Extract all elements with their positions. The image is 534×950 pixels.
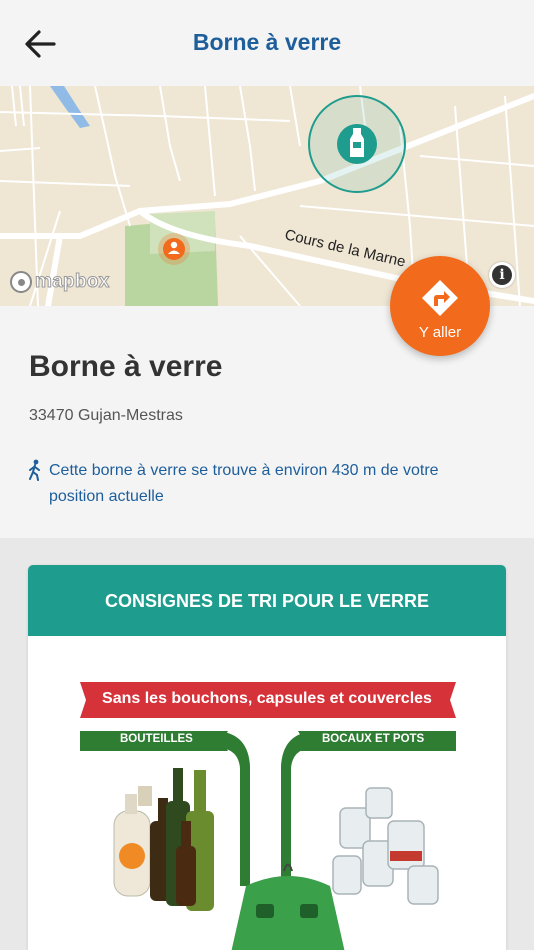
top-bar: Borne à verre (0, 0, 534, 86)
sorting-illustration (80, 682, 456, 950)
sorting-card: CONSIGNES DE TRI POUR LE VERRE Sans les … (28, 565, 506, 950)
go-button[interactable]: Y aller (390, 256, 490, 356)
location-name: Borne à verre (29, 350, 223, 383)
map-info-button[interactable]: i (489, 262, 515, 288)
bottles-illustration (113, 768, 214, 911)
banner-text: Sans les bouchons, capsules et couvercle… (102, 690, 432, 707)
mapbox-wordmark: mapbox (35, 271, 110, 293)
turn-right-arrow-icon (422, 280, 458, 316)
go-button-label: Y aller (418, 324, 462, 341)
mapbox-icon (10, 271, 32, 293)
distance-info: Cette borne à verre se trouve à environ … (27, 458, 467, 510)
sorting-section: CONSIGNES DE TRI POUR LE VERRE Sans les … (0, 538, 534, 950)
distance-text: Cette borne à verre se trouve à environ … (49, 462, 439, 505)
jars-label: BOCAUX ET POTS (322, 733, 425, 745)
jars-illustration (332, 787, 439, 905)
info-icon: i (492, 265, 512, 285)
page-title: Borne à verre (192, 29, 342, 55)
card-title: CONSIGNES DE TRI POUR LE VERRE (28, 565, 506, 636)
location-address: 33470 Gujan-Mestras (29, 407, 183, 424)
bottles-label: BOUTEILLES (120, 733, 193, 745)
walking-icon (29, 459, 40, 481)
mapbox-logo[interactable]: mapbox (10, 268, 110, 296)
